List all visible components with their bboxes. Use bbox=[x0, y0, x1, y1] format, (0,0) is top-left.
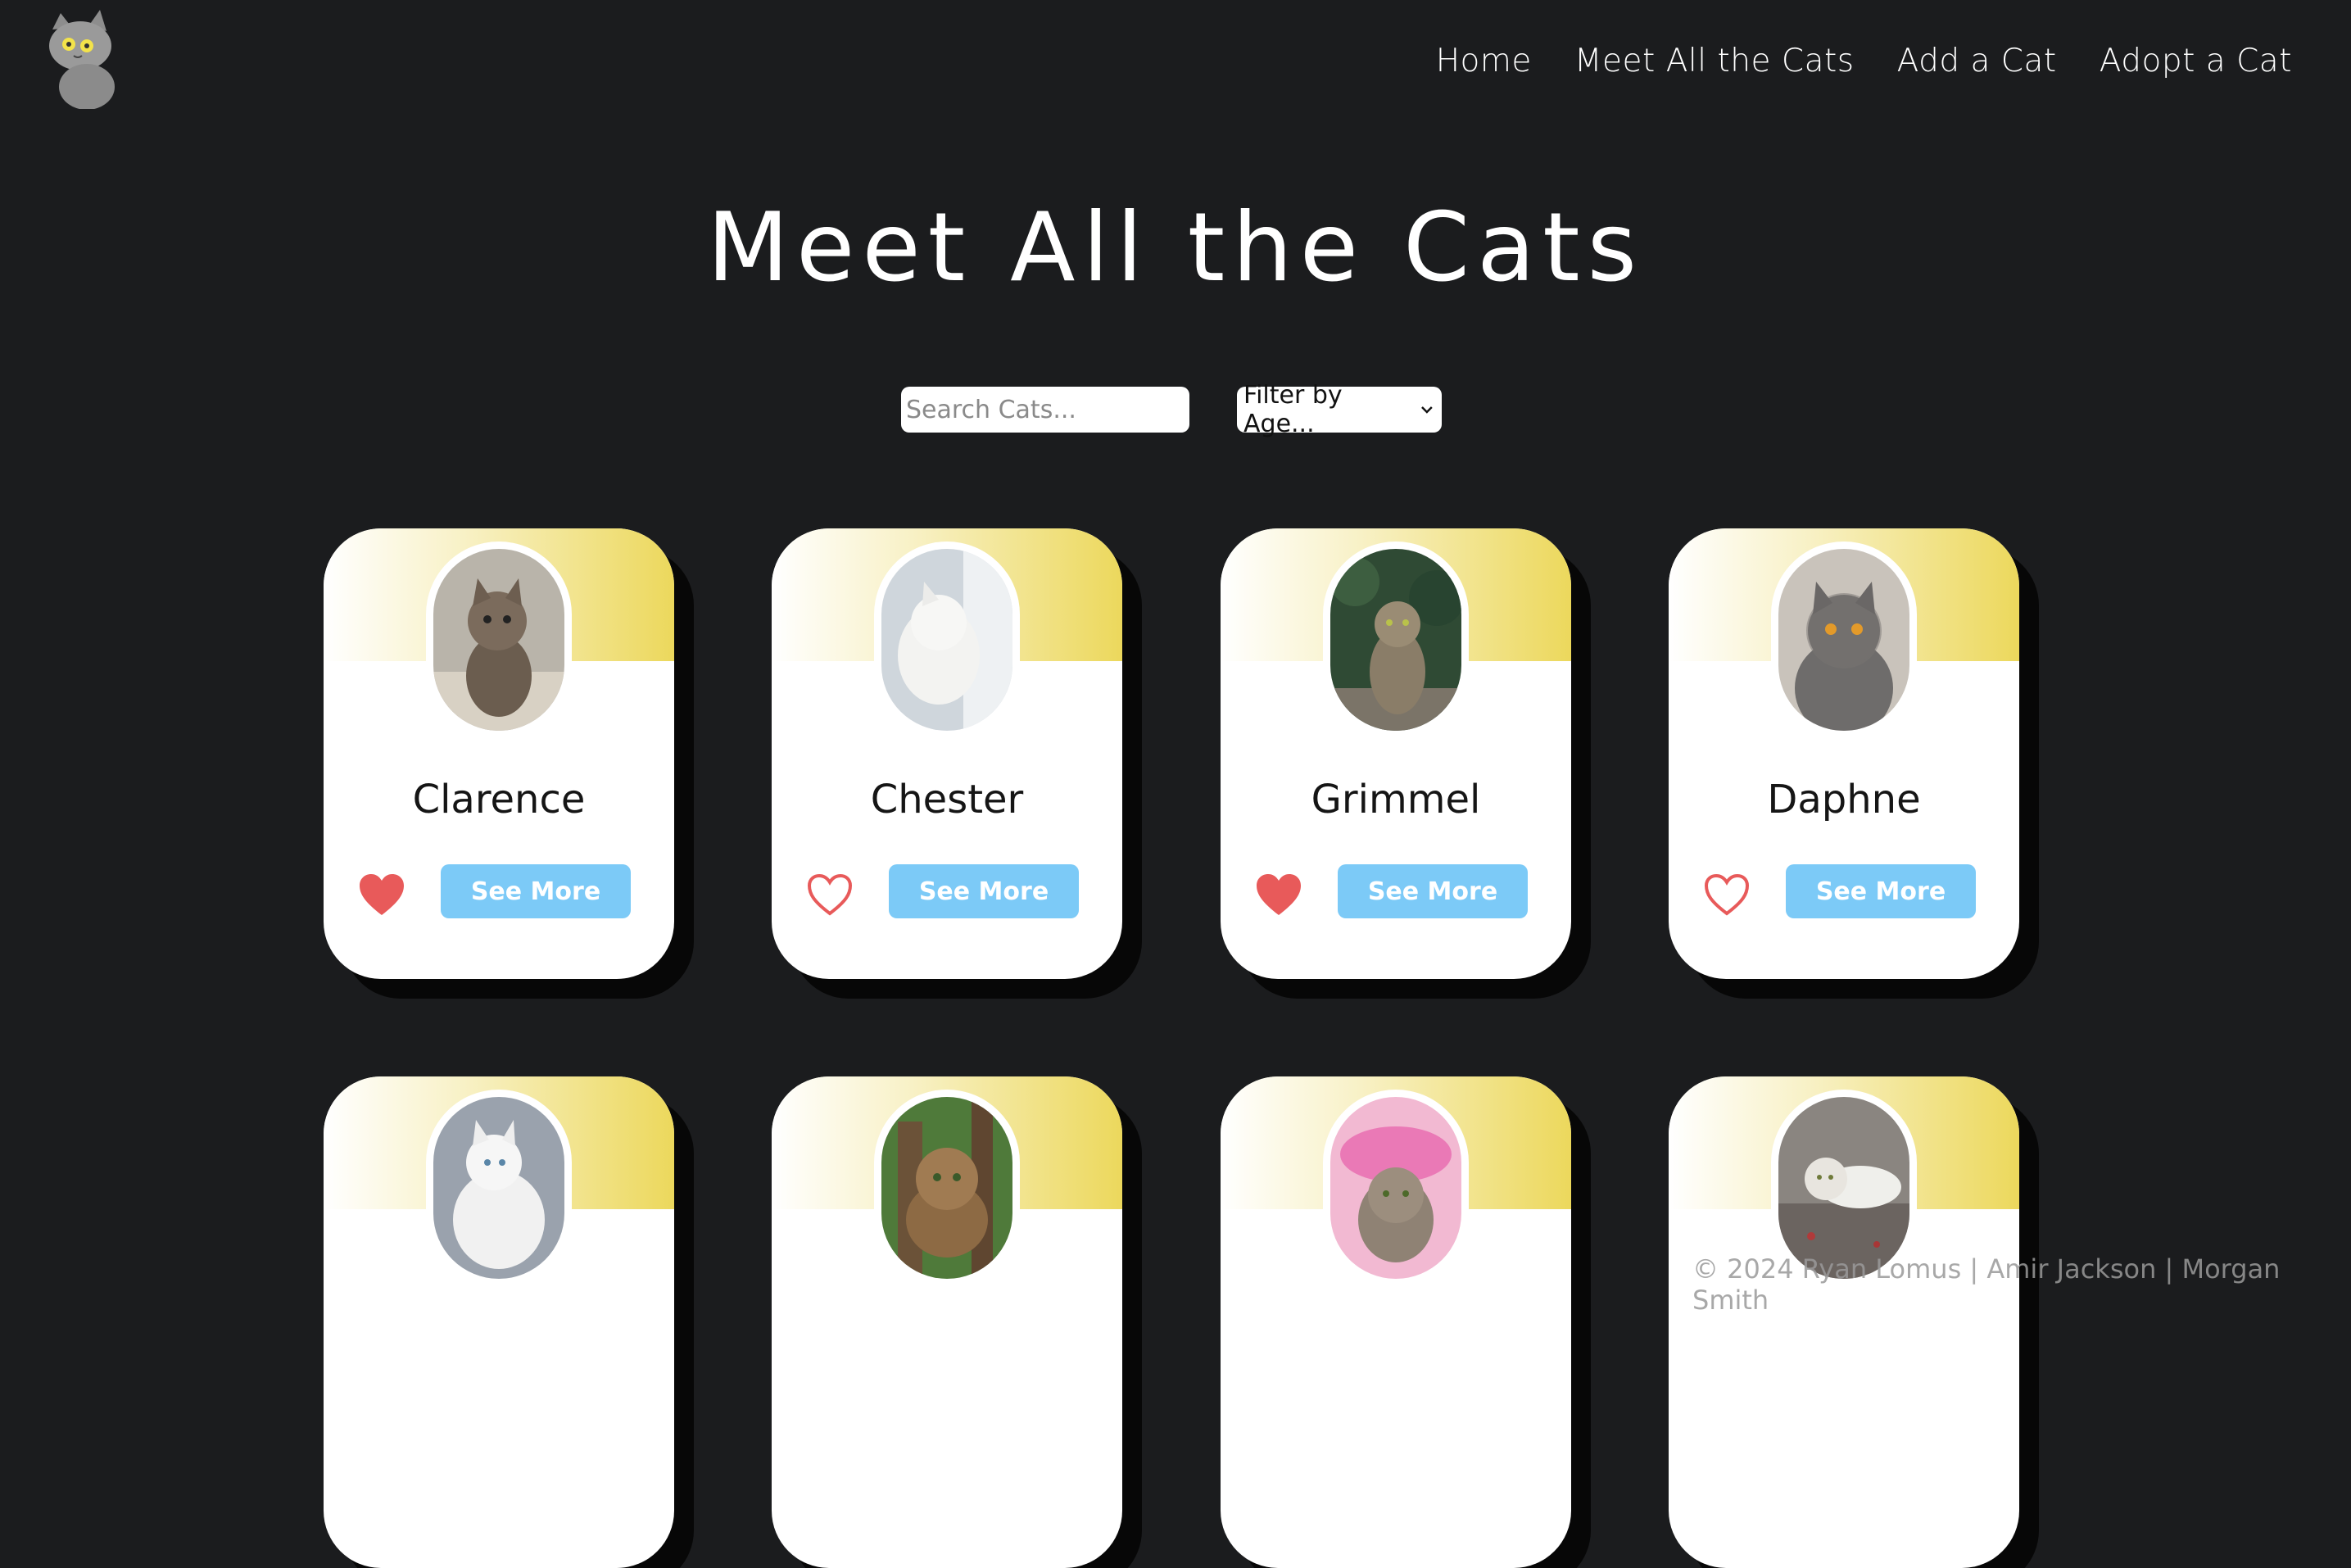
cat-card: Clarence See More bbox=[324, 528, 674, 979]
cat-card bbox=[772, 1076, 1122, 1568]
cat-photo bbox=[874, 542, 1020, 738]
cat-photo bbox=[1323, 542, 1469, 738]
cat-photo bbox=[426, 1090, 572, 1286]
cat-name: Clarence bbox=[412, 777, 586, 823]
cat-name: Daphne bbox=[1767, 777, 1921, 823]
cat-photo bbox=[1323, 1090, 1469, 1286]
cat-photo-image bbox=[1778, 1097, 1909, 1279]
cat-card bbox=[324, 1076, 674, 1568]
cat-photo bbox=[874, 1090, 1020, 1286]
nav-add-cat[interactable]: Add a Cat bbox=[1897, 43, 2057, 79]
cat-card: Chester See More bbox=[772, 528, 1122, 979]
cat-name: Grimmel bbox=[1311, 777, 1481, 823]
page-title: Meet All the Cats bbox=[706, 193, 1645, 303]
cat-photo-image bbox=[1330, 549, 1461, 731]
see-more-button[interactable]: See More bbox=[441, 864, 631, 918]
cat-logo-icon[interactable] bbox=[36, 7, 126, 109]
cat-card bbox=[1669, 1076, 2019, 1568]
cat-photo-image bbox=[881, 1097, 1012, 1279]
footer-credit: © 2024 Ryan Lomus | Amir Jackson | Morga… bbox=[1692, 1253, 2281, 1316]
heart-outline-icon[interactable] bbox=[804, 871, 855, 918]
cat-photo-image bbox=[1778, 549, 1909, 731]
heart-outline-icon[interactable] bbox=[1701, 871, 1752, 918]
cat-card: Daphne See More bbox=[1669, 528, 2019, 979]
nav-adopt-cat[interactable]: Adopt a Cat bbox=[2100, 43, 2292, 79]
cat-photo-image bbox=[1330, 1097, 1461, 1279]
heart-filled-icon[interactable] bbox=[356, 871, 407, 918]
heart-filled-icon[interactable] bbox=[1253, 871, 1304, 918]
see-more-button[interactable]: See More bbox=[889, 864, 1079, 918]
cat-photo-image bbox=[433, 1097, 564, 1279]
cat-photo-image bbox=[881, 549, 1012, 731]
see-more-button[interactable]: See More bbox=[1338, 864, 1528, 918]
nav-home[interactable]: Home bbox=[1436, 43, 1532, 79]
chevron-down-icon bbox=[1421, 406, 1433, 414]
nav-meet-all-cats[interactable]: Meet All the Cats bbox=[1574, 43, 1855, 79]
cat-photo bbox=[426, 542, 572, 738]
cat-photo-image bbox=[433, 549, 564, 731]
cat-photo bbox=[1771, 542, 1917, 738]
search-input[interactable] bbox=[901, 387, 1189, 433]
cat-card: Grimmel See More bbox=[1221, 528, 1571, 979]
age-filter-select[interactable]: Filter by Age... bbox=[1237, 381, 1442, 438]
cat-card bbox=[1221, 1076, 1571, 1568]
cat-name: Chester bbox=[870, 777, 1024, 823]
see-more-button[interactable]: See More bbox=[1786, 864, 1976, 918]
main-nav: Home Meet All the Cats Add a Cat Adopt a… bbox=[1436, 43, 2292, 79]
age-filter-label: Filter by Age... bbox=[1243, 381, 1343, 438]
